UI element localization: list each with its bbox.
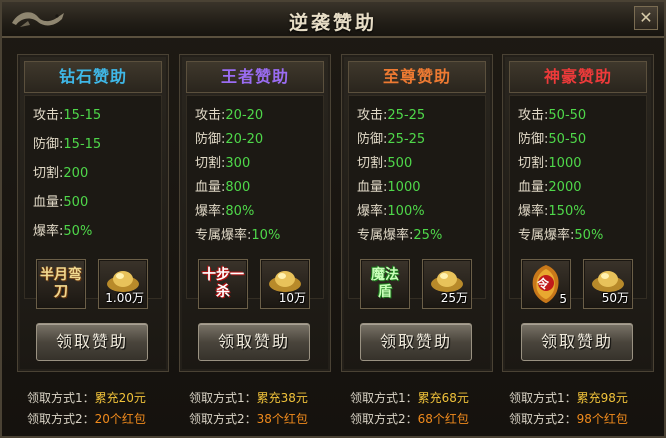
item-count: 10万 [278,291,306,305]
token-glyph: 令 [537,277,550,291]
claim-button[interactable]: 领取赞助 [36,323,148,361]
reward-item-skill[interactable]: 十步一杀 [198,259,248,309]
claim-method-1: 领取方式1：累充20元 [27,391,146,405]
reward-item-token[interactable]: 令 5 [521,259,571,309]
panel-tycoon: 神豪赞助 攻击:50-50 防御:50-50 切割:1000 血量:2000 爆… [502,54,654,372]
stat-hp: 血量:2000 [518,180,582,195]
reward-item-gold[interactable]: 25万 [422,259,472,309]
stat-cut: 切割:300 [195,156,251,171]
panel-title: 钻石赞助 [24,61,162,93]
close-button[interactable]: ✕ [634,6,658,30]
stat-hp: 血量:1000 [357,180,421,195]
stat-hp: 血量:500 [33,195,89,210]
window-title: 逆袭赞助 [288,12,377,34]
stat-cut: 切割:1000 [518,156,582,171]
stat-exclusive-droprate: 专属爆率:25% [357,228,443,243]
ten-step-kill-icon: 十步一杀 [202,267,244,300]
stat-attack: 攻击:50-50 [518,108,587,123]
stat-hp: 血量:800 [195,180,251,195]
panel-title: 神豪赞助 [509,61,647,93]
claim-method-2: 领取方式2：68个红包 [350,412,469,426]
panel-title: 至尊赞助 [348,61,486,93]
stat-defense: 防御:15-15 [33,137,102,152]
stat-attack: 攻击:15-15 [33,108,102,123]
item-count: 25万 [440,291,468,305]
stat-droprate: 爆率:80% [195,204,255,219]
sponsor-window: 逆袭赞助 ✕ 钻石赞助 攻击:15-15 防御:15-15 切割:200 血量:… [0,0,666,438]
stat-droprate: 爆率:100% [357,204,425,219]
stat-defense: 防御:20-20 [195,132,264,147]
reward-item-gold[interactable]: 10万 [260,259,310,309]
reward-item-gold[interactable]: 1.00万 [98,259,148,309]
panel-diamond: 钻石赞助 攻击:15-15 防御:15-15 切割:200 血量:500 爆率:… [17,54,169,372]
stat-cut: 切割:500 [357,156,413,171]
reward-items: 十步一杀 10万 [180,259,330,315]
close-icon: ✕ [639,8,653,27]
crescent-blade-icon: 半月弯刀 [40,267,82,300]
reward-item-gold[interactable]: 50万 [583,259,633,309]
claim-method-2: 领取方式2：38个红包 [189,412,308,426]
reward-item-weapon[interactable]: 半月弯刀 [36,259,86,309]
item-count: 50万 [601,291,629,305]
claim-method-1: 领取方式1：累充38元 [189,391,308,405]
claim-method-2: 领取方式2：20个红包 [27,412,146,426]
stat-exclusive-droprate: 专属爆率:50% [518,228,604,243]
panel-king: 王者赞助 攻击:20-20 防御:20-20 切割:300 血量:800 爆率:… [179,54,331,372]
stat-attack: 攻击:25-25 [357,108,426,123]
stat-droprate: 爆率:150% [518,204,586,219]
claim-button[interactable]: 领取赞助 [521,323,633,361]
item-count: 1.00万 [105,291,144,305]
panel-title: 王者赞助 [186,61,324,93]
stat-cut: 切割:200 [33,166,89,181]
panel-supreme: 至尊赞助 攻击:25-25 防御:25-25 切割:500 血量:1000 爆率… [341,54,493,372]
stat-defense: 防御:25-25 [357,132,426,147]
claim-button[interactable]: 领取赞助 [360,323,472,361]
magic-shield-icon: 魔法盾 [371,267,399,300]
claim-method-1: 领取方式1：累充68元 [350,391,469,405]
reward-item-skill[interactable]: 魔法盾 [360,259,410,309]
reward-items: 半月弯刀 1.00万 [18,259,168,315]
claim-method-2: 领取方式2：98个红包 [509,412,628,426]
claim-method-1: 领取方式1：累充98元 [509,391,628,405]
stat-droprate: 爆率:50% [33,224,93,239]
stat-defense: 防御:50-50 [518,132,587,147]
item-count: 5 [559,292,567,306]
stat-attack: 攻击:20-20 [195,108,264,123]
reward-items: 魔法盾 25万 [342,259,492,315]
claim-button[interactable]: 领取赞助 [198,323,310,361]
stat-exclusive-droprate: 专属爆率:10% [195,228,281,243]
title-bar[interactable]: 逆袭赞助 ✕ [2,2,664,38]
reward-items: 令 5 50万 [503,259,653,315]
